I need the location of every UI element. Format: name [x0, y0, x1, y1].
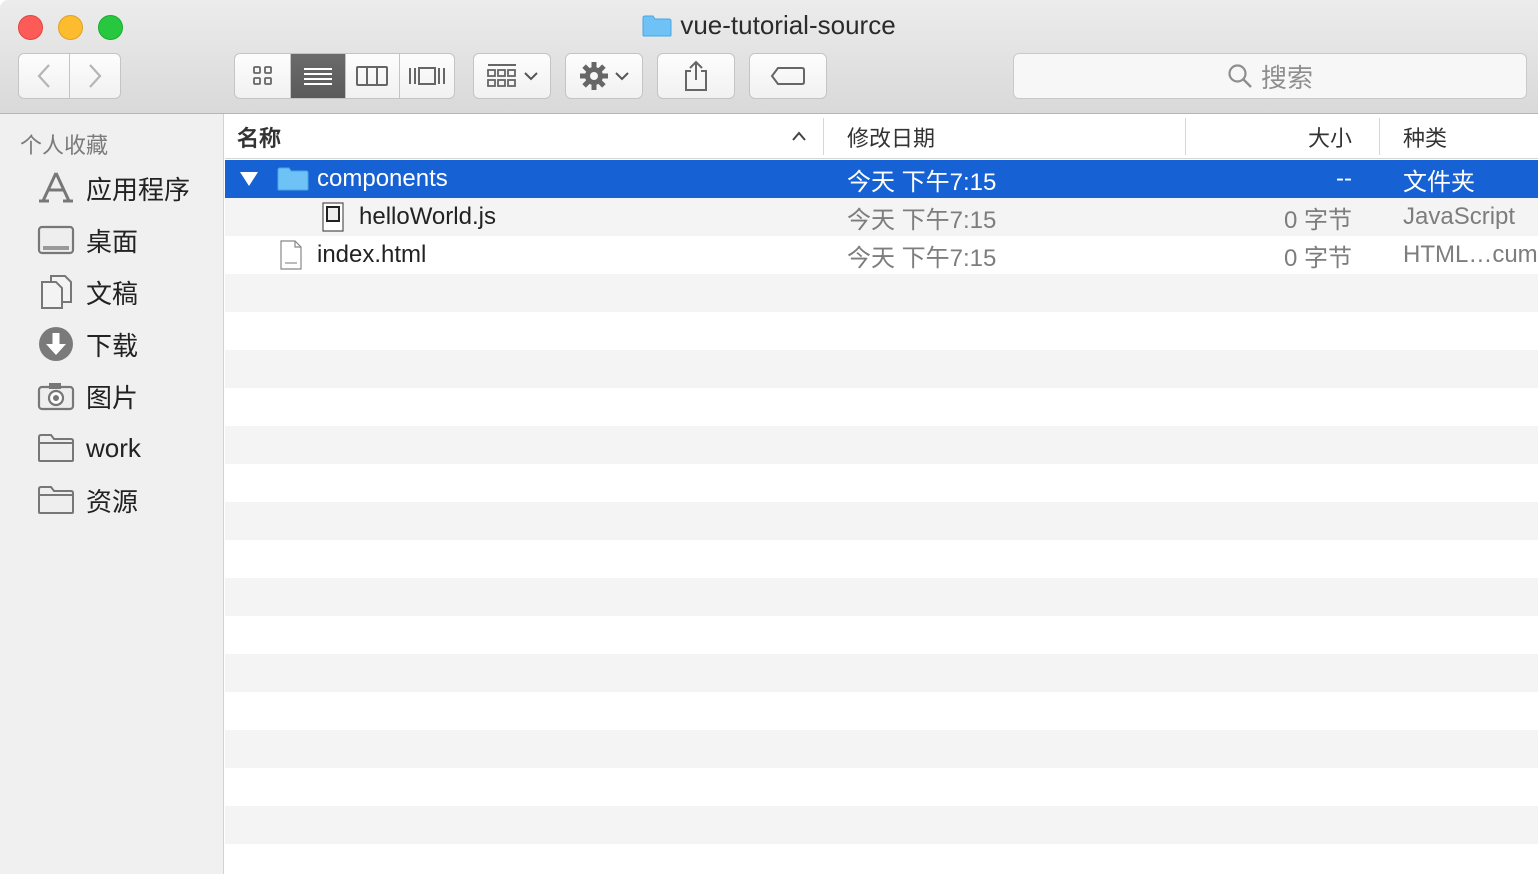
column-header-size-label: 大小 [1307, 125, 1352, 151]
file-modified: 今天 下午7:15 [847, 168, 997, 196]
sidebar-item-pictures[interactable]: 图片 [36, 374, 216, 418]
chevron-right-icon [88, 64, 102, 88]
sidebar-item-documents[interactable]: 文稿 [36, 270, 216, 314]
sidebar-item-desktop[interactable]: 桌面 [36, 218, 216, 262]
tag-icon [770, 67, 805, 85]
applications-icon [36, 168, 76, 208]
file-name: helloWorld.js [359, 203, 496, 230]
column-divider[interactable] [1185, 118, 1186, 155]
file-name: index.html [317, 241, 427, 268]
chevron-down-icon [615, 72, 629, 81]
sidebar-item-label: 应用程序 [86, 174, 191, 205]
table-row[interactable]: components 今天 下午7:15 -- 文件夹 [225, 160, 1538, 198]
icon-view-button[interactable] [235, 54, 292, 98]
sidebar-item-resources[interactable]: 资源 [36, 478, 216, 522]
cover-flow-icon [408, 67, 445, 85]
file-size: 0 字节 [1283, 206, 1352, 234]
triangle-down-icon [240, 172, 258, 186]
file-size: 0 字节 [1283, 244, 1352, 272]
list-header: 名称 修改日期 大小 种类 [225, 114, 1538, 159]
table-row[interactable]: index.html 今天 下午7:15 0 字节 HTML…cum [225, 236, 1538, 274]
sidebar-item-label: work [86, 432, 141, 463]
nav-buttons [18, 53, 121, 99]
chevron-up-icon [792, 131, 806, 141]
sidebar-item-applications[interactable]: 应用程序 [36, 166, 216, 210]
row-stripe [225, 502, 1538, 540]
share-icon [685, 60, 707, 91]
forward-button[interactable] [70, 54, 121, 98]
sidebar-item-label: 下载 [86, 330, 139, 361]
sidebar-item-label: 图片 [86, 382, 139, 413]
list-rows: components 今天 下午7:15 -- 文件夹 helloWorld.j… [225, 160, 1538, 874]
arrange-icon [487, 64, 516, 87]
sidebar: 个人收藏 应用程序 桌面 文稿 下载 图片 work 资源 [0, 114, 224, 874]
sidebar-section-title: 个人收藏 [20, 133, 109, 158]
column-header-kind[interactable]: 种类 [1403, 114, 1533, 159]
list-icon [304, 68, 333, 85]
column-header-modified-label: 修改日期 [847, 125, 936, 151]
folder-icon [277, 160, 311, 198]
search-field[interactable]: 搜索 [1013, 53, 1527, 99]
folder-icon [36, 428, 76, 468]
tags-button[interactable] [749, 53, 827, 99]
sidebar-item-work[interactable]: work [36, 426, 216, 470]
column-header-name-label: 名称 [237, 125, 282, 151]
file-kind: 文件夹 [1403, 168, 1475, 196]
file-size: -- [1336, 165, 1352, 192]
chevron-down-icon [524, 72, 538, 81]
row-stripe [225, 274, 1538, 312]
row-stripe [225, 806, 1538, 844]
disclosure-triangle[interactable] [239, 160, 259, 198]
grid-icon [252, 66, 272, 85]
file-kind: HTML…cum [1403, 241, 1538, 268]
column-divider[interactable] [823, 118, 824, 155]
downloads-icon [36, 324, 76, 364]
toolbar: vue-tutorial-source 搜索 [0, 0, 1538, 114]
row-stripe [225, 350, 1538, 388]
table-row[interactable]: helloWorld.js 今天 下午7:15 0 字节 JavaScript [225, 198, 1538, 236]
search-icon [1228, 64, 1252, 88]
row-stripe [225, 578, 1538, 616]
window-title: vue-tutorial-source [0, 10, 1538, 41]
column-header-size[interactable]: 大小 [1187, 114, 1352, 159]
chevron-left-icon [37, 64, 50, 88]
camera-icon [36, 376, 76, 416]
file-kind: JavaScript [1403, 203, 1516, 230]
arrange-button[interactable] [473, 53, 551, 99]
file-list: 名称 修改日期 大小 种类 components 今天 下午7:15 -- 文件… [225, 114, 1538, 874]
row-stripe [225, 730, 1538, 768]
documents-icon [36, 272, 76, 312]
row-stripe [225, 426, 1538, 464]
list-view-button[interactable] [291, 54, 346, 98]
column-header-modified[interactable]: 修改日期 [847, 114, 1177, 159]
action-button[interactable] [565, 53, 643, 99]
column-divider[interactable] [1379, 118, 1380, 155]
share-button[interactable] [657, 53, 735, 99]
cover-flow-view-button[interactable] [400, 54, 455, 98]
column-header-kind-label: 种类 [1403, 125, 1448, 151]
folder-icon [36, 480, 76, 520]
view-mode-control [234, 53, 455, 99]
sidebar-item-label: 资源 [86, 486, 139, 517]
window-title-text: vue-tutorial-source [680, 10, 896, 40]
search-placeholder: 搜索 [1260, 62, 1313, 93]
columns-icon [356, 66, 389, 86]
js-file-icon [321, 198, 351, 236]
file-modified: 今天 下午7:15 [847, 206, 997, 234]
sidebar-item-label: 文稿 [86, 278, 139, 309]
folder-icon [642, 13, 672, 37]
column-view-button[interactable] [346, 54, 400, 98]
gear-icon [580, 62, 608, 90]
back-button[interactable] [19, 54, 70, 98]
finder-window: vue-tutorial-source 搜索 个人收藏 应用程序 桌面 文稿 下… [0, 0, 1538, 874]
sidebar-item-label: 桌面 [86, 226, 139, 257]
file-modified: 今天 下午7:15 [847, 244, 997, 272]
file-name: components [317, 165, 448, 192]
row-stripe [225, 654, 1538, 692]
column-header-name[interactable]: 名称 [237, 114, 822, 159]
html-file-icon [279, 236, 309, 274]
sidebar-item-downloads[interactable]: 下载 [36, 322, 216, 366]
desktop-icon [36, 220, 76, 260]
